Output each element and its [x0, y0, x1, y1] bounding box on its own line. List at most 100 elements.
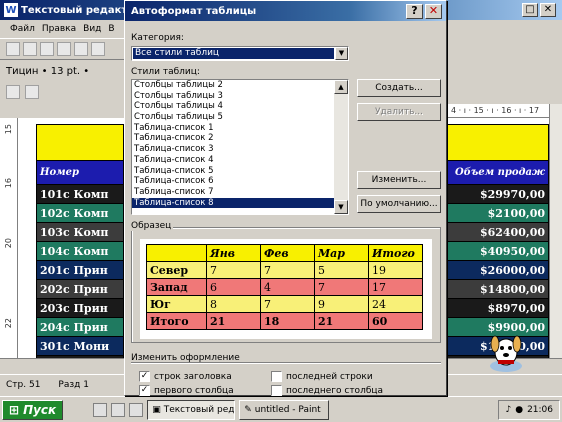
table-row[interactable]: $14800,00: [447, 279, 549, 299]
style-list-item[interactable]: Таблица-список 5: [132, 166, 334, 177]
menu-edit[interactable]: Правка: [42, 24, 76, 34]
default-button[interactable]: По умолчанию...: [357, 195, 441, 213]
font-selector[interactable]: Тицин • 13 pt. •: [6, 66, 89, 77]
start-button[interactable]: ⊞ Пуск: [2, 399, 64, 420]
table-row[interactable]: $8970,00: [447, 298, 549, 318]
sample-cell: 6: [206, 278, 261, 296]
format-painter-icon[interactable]: [6, 85, 20, 99]
volume-icon[interactable]: ♪: [505, 405, 511, 415]
menu-file[interactable]: Файл: [10, 24, 35, 34]
table-row[interactable]: 103с Комп: [36, 222, 124, 242]
dialog-close-button[interactable]: ✕: [425, 4, 442, 19]
start-label: Пуск: [23, 402, 57, 417]
table-row[interactable]: 102с Комп: [36, 203, 124, 223]
style-list-item[interactable]: Таблица-список 6: [132, 176, 334, 187]
spell-icon[interactable]: [91, 42, 105, 56]
style-list-item[interactable]: Таблица-список 2: [132, 133, 334, 144]
preview-icon[interactable]: [74, 42, 88, 56]
sample-header-cell: Мар: [314, 244, 369, 262]
outlook-quicklaunch-icon[interactable]: [111, 402, 126, 417]
check-label: строк заголовка: [154, 371, 232, 382]
table-row[interactable]: $2100,00: [447, 203, 549, 223]
style-list-item[interactable]: Столбцы таблицы 2: [132, 80, 334, 91]
style-list-item[interactable]: Таблица-список 1: [132, 123, 334, 134]
table-row[interactable]: $26000,00: [447, 260, 549, 280]
desktop-quicklaunch-icon[interactable]: [129, 402, 144, 417]
word-format-toolbar: Тицин • 13 pt. •: [0, 60, 124, 82]
print-icon[interactable]: [57, 42, 71, 56]
sample-cell: 21: [206, 312, 261, 330]
task-word[interactable]: ▣ Текстовый ред...: [147, 399, 236, 420]
save-icon[interactable]: [40, 42, 54, 56]
table-row[interactable]: $62400,00: [447, 222, 549, 242]
menu-view[interactable]: Вид: [83, 24, 101, 34]
help-button[interactable]: ?: [406, 4, 423, 19]
sample-cell: 24: [368, 295, 423, 313]
network-icon[interactable]: ●: [515, 405, 523, 415]
system-tray: ♪ ● 21:06: [498, 399, 560, 420]
sample-label: Образец: [131, 221, 174, 231]
checkbox[interactable]: ✓: [139, 385, 150, 396]
table-row[interactable]: 203с Прин: [36, 298, 124, 318]
taskbar: ⊞ Пуск ▣ Текстовый ред... ✎ untitled - P…: [0, 396, 562, 422]
checkbox[interactable]: ✓: [139, 371, 150, 382]
table-col-number: Номер: [36, 160, 124, 185]
chevron-down-icon[interactable]: ▼: [335, 47, 348, 60]
table-row[interactable]: $29970,00: [447, 184, 549, 204]
menu-insert[interactable]: В: [108, 24, 114, 34]
delete-button[interactable]: Удалить...: [357, 103, 441, 121]
word-close-button[interactable]: ✕: [540, 3, 556, 17]
table-row[interactable]: 301с Мони: [36, 336, 124, 356]
table-row[interactable]: 201с Прин: [36, 260, 124, 280]
table-col-sales: Объем продаж: [447, 160, 549, 185]
style-list-item[interactable]: Таблица-список 8: [132, 197, 334, 209]
scroll-up-icon[interactable]: ▲: [334, 80, 348, 94]
check-last-column[interactable]: последнего столбца: [271, 385, 383, 396]
styles-scrollbar[interactable]: ▲ ▼: [334, 80, 348, 214]
open-icon[interactable]: [23, 42, 37, 56]
category-value: Все стили таблиц: [133, 48, 334, 59]
ruler-mark: 22: [4, 318, 13, 329]
sample-groupbox: Янв Фев Мар Итого Север 7 7 5 19 Запад 6 4 7 17 Юг 8 7 9 2…: [131, 227, 441, 343]
style-list-item[interactable]: Столбцы таблицы 3: [132, 91, 334, 102]
checkbox[interactable]: [271, 385, 282, 396]
check-label: первого столбца: [154, 385, 234, 396]
category-combobox[interactable]: Все стили таблиц ▼: [131, 46, 349, 61]
style-list-item[interactable]: Таблица-список 7: [132, 187, 334, 198]
eraser-icon[interactable]: [25, 85, 39, 99]
task-paint[interactable]: ✎ untitled - Paint: [239, 399, 330, 420]
clock[interactable]: 21:06: [527, 405, 553, 415]
table-row[interactable]: 204с Прин: [36, 317, 124, 337]
style-list-item[interactable]: Таблица-список 4: [132, 155, 334, 166]
word-maximize-button[interactable]: □: [522, 3, 538, 17]
document-table-left[interactable]: Номер 101с Комп 102с Комп 103с Комп 104с Ко…: [36, 124, 124, 394]
office-assistant-dog-icon[interactable]: [486, 326, 526, 374]
modify-button[interactable]: Изменить...: [357, 171, 441, 189]
table-row[interactable]: 202с Прин: [36, 279, 124, 299]
check-label: последней строки: [286, 371, 373, 382]
ie-quicklaunch-icon[interactable]: [93, 402, 108, 417]
create-button[interactable]: Создать...: [357, 79, 441, 97]
check-header-rows[interactable]: ✓ строк заголовка: [139, 371, 232, 382]
table-row[interactable]: $40950,00: [447, 241, 549, 261]
style-list-item[interactable]: Столбцы таблицы 4: [132, 101, 334, 112]
horizontal-ruler: 4 · ı · 15 · ı · 16 · ı · 17: [447, 104, 562, 118]
table-styles-list[interactable]: Столбцы таблицы 2 Столбцы таблицы 3 Столбц…: [131, 79, 349, 215]
sample-header-cell: Янв: [206, 244, 261, 262]
sample-cell: 7: [314, 278, 369, 296]
new-doc-icon[interactable]: [6, 42, 20, 56]
table-row[interactable]: 101с Комп: [36, 184, 124, 204]
sample-cell: 19: [368, 261, 423, 279]
scroll-down-icon[interactable]: ▼: [334, 200, 348, 214]
checkbox[interactable]: [271, 371, 282, 382]
check-last-row[interactable]: последней строки: [271, 371, 373, 382]
sample-cell: 9: [314, 295, 369, 313]
sample-cell: 7: [206, 261, 261, 279]
ruler-marks: 4 · ı · 15 · ı · 16 · ı · 17: [451, 106, 540, 115]
table-row[interactable]: 104с Комп: [36, 241, 124, 261]
check-first-column[interactable]: ✓ первого столбца: [139, 385, 234, 396]
style-list-item[interactable]: Таблица-список 3: [132, 144, 334, 155]
style-list-item[interactable]: Столбцы таблицы 5: [132, 112, 334, 123]
status-section: Разд 1: [58, 379, 89, 390]
document-vertical-scrollbar[interactable]: [549, 104, 562, 358]
